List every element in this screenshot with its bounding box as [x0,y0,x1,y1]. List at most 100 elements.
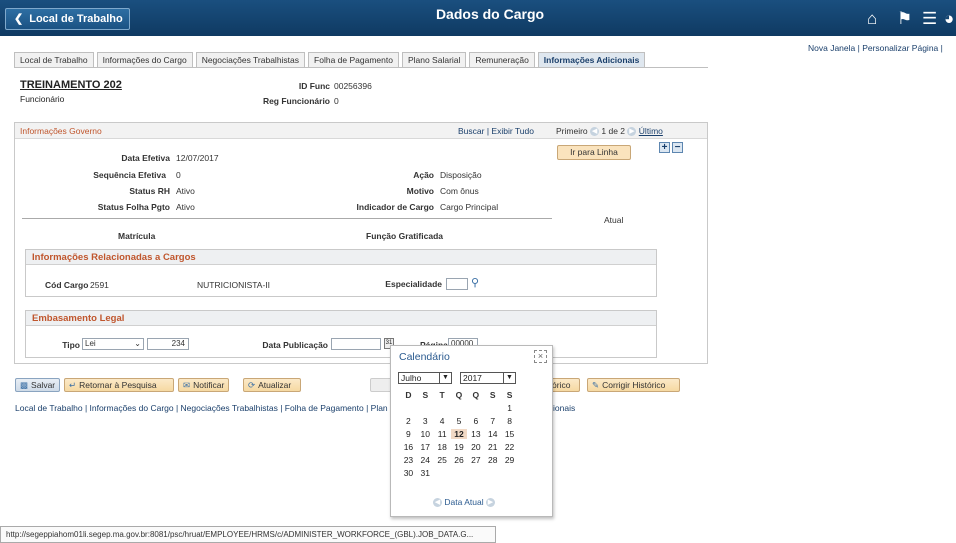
calendar-day[interactable]: 4 [434,416,451,426]
indicador-label: Indicador de Cargo [356,202,434,212]
exibir-tudo-link[interactable]: Exibir Tudo [491,126,534,136]
calendar-empty [434,403,451,413]
calendar-day[interactable]: 9 [400,429,417,439]
calendar-day[interactable]: 7 [484,416,501,426]
calendar-day[interactable]: 23 [400,455,417,465]
calendar-day[interactable]: 8 [501,416,518,426]
cod-cargo-value: 2591 [90,280,109,290]
calendar-day[interactable]: 30 [400,468,417,478]
calendar-day[interactable]: 12 [450,429,468,439]
page-title: Dados do Cargo [435,6,545,22]
calendar-day[interactable]: 31 [417,468,434,478]
tab-informacoes-adicionais[interactable]: Informações Adicionais [537,52,646,67]
data-atual-nav: ◀ Data Atual ▶ [433,497,495,508]
flag-icon[interactable]: ⚑ [897,10,912,27]
calendar-day[interactable]: 26 [451,455,468,465]
edit-history-icon: ✎ [592,380,600,390]
calendar-day[interactable]: 27 [467,455,484,465]
calendar-empty [484,403,501,413]
save-button[interactable]: ▩ Salvar [15,378,61,392]
calendar-empty [467,403,484,413]
calendar-day[interactable]: 18 [434,442,451,452]
atualizar-button[interactable]: ⟳ Atualizar [243,378,301,392]
numero-input[interactable]: 234 [147,338,189,350]
calendar-day[interactable]: 14 [484,429,501,439]
calendar-day[interactable]: 10 [417,429,434,439]
tab-folha-pagamento[interactable]: Folha de Pagamento [308,52,399,67]
next-icon[interactable]: ▶ [627,127,637,137]
calendar-title: Calendário [399,351,450,363]
calendar-day[interactable]: 15 [501,429,518,439]
status-bar: http://segeppiahom01li.segep.ma.gov.br:8… [0,526,496,543]
new-window-link[interactable]: Nova Janela [808,43,855,53]
buscar-link[interactable]: Buscar [458,126,484,136]
home-icon[interactable]: ⌂ [867,10,877,27]
calendar-empty [451,403,468,413]
chevron-down-icon: ⌄ [134,339,141,348]
personalize-page-link[interactable]: Personalizar Página [862,43,938,53]
tab-negociacoes[interactable]: Negociações Trabalhistas [195,52,306,67]
hidden-button[interactable] [370,378,392,392]
calendar-day[interactable]: 17 [417,442,434,452]
retornar-button[interactable]: ↵ Retornar à Pesquisa [64,378,174,392]
calendar-day[interactable]: 2 [400,416,417,426]
tab-informacoes-cargo[interactable]: Informações do Cargo [96,52,193,67]
calendar-day[interactable]: 22 [501,442,518,452]
calendar-day[interactable]: 25 [434,455,451,465]
delete-row-icon[interactable]: − [672,142,683,153]
data-atual-link[interactable]: Data Atual [444,497,483,507]
calendar-grid: D S T Q Q S S 1 2 3 4 5 6 7 8 9 10 11 12 13 14 15 16 17 18 19 20 21… [400,390,518,478]
data-publicacao-input[interactable] [331,338,381,350]
calendar-day[interactable]: 28 [484,455,501,465]
tab-remuneracao[interactable]: Remuneração [469,52,535,67]
calendar-day[interactable]: 21 [484,442,501,452]
ir-para-linha-button[interactable]: Ir para Linha [557,145,631,160]
corrigir-historico-button[interactable]: ✎ Corrigir Histórico [587,378,680,392]
calendar-day[interactable]: 19 [451,442,468,452]
employee-type: Funcionário [20,94,65,104]
divider [22,218,552,219]
acao-value: Disposição [440,170,482,180]
weekday-header: Q [472,390,480,400]
notificar-button[interactable]: ✉ Notificar [178,378,230,392]
reg-func-value: 0 [334,96,339,106]
calendar-day[interactable]: 13 [467,429,484,439]
tab-divider [14,67,708,68]
primeiro-link[interactable]: Primeiro [556,126,588,136]
calendar-day[interactable]: 6 [467,416,484,426]
back-button[interactable]: ❮ Local de Trabalho [5,8,130,30]
bottom-tab-links-end[interactable]: ionais [553,403,575,413]
ultimo-link[interactable]: Último [639,126,663,136]
year-select[interactable]: 2017 ▼ [460,372,516,384]
add-row-icon[interactable]: + [659,142,670,153]
motivo-value: Com ônus [440,186,479,196]
prev-icon[interactable]: ◀ [590,127,600,137]
next-month-icon[interactable]: ▶ [485,498,495,508]
especialidade-input[interactable] [446,278,468,290]
sequencia-label: Sequência Efetiva [93,170,166,180]
tab-plano-salarial[interactable]: Plano Salarial [401,52,467,67]
menu-icon[interactable]: ☰ [922,10,937,27]
close-icon[interactable]: × [534,350,547,363]
especialidade-label: Especialidade [385,279,442,289]
calendar-day[interactable]: 1 [501,403,518,413]
calendar-day[interactable]: 3 [417,416,434,426]
search-icon[interactable]: ⚲ [471,276,479,289]
calendar-empty [400,403,417,413]
calendar-day[interactable]: 5 [451,416,468,426]
pager: Primeiro ◀ 1 de 2 ▶ Último [556,126,663,137]
cargo-description: NUTRICIONISTA-II [197,280,271,290]
calendar-day[interactable]: 11 [434,429,451,439]
calendar-day[interactable]: 20 [467,442,484,452]
month-select[interactable]: Julho ▼ [398,372,452,384]
calendar-day[interactable]: 29 [501,455,518,465]
save-icon: ▩ [20,380,29,390]
calendar-day[interactable]: 24 [417,455,434,465]
calendar-day[interactable]: 16 [400,442,417,452]
navigate-icon[interactable]: ◕ [944,10,954,27]
tipo-select[interactable]: Lei ⌄ [82,338,144,350]
prev-month-icon[interactable]: ◀ [433,498,442,508]
bottom-tab-links[interactable]: Local de Trabalho | Informações do Cargo… [15,403,388,413]
tab-local-trabalho[interactable]: Local de Trabalho [14,52,94,67]
tipo-label: Tipo [62,340,80,350]
